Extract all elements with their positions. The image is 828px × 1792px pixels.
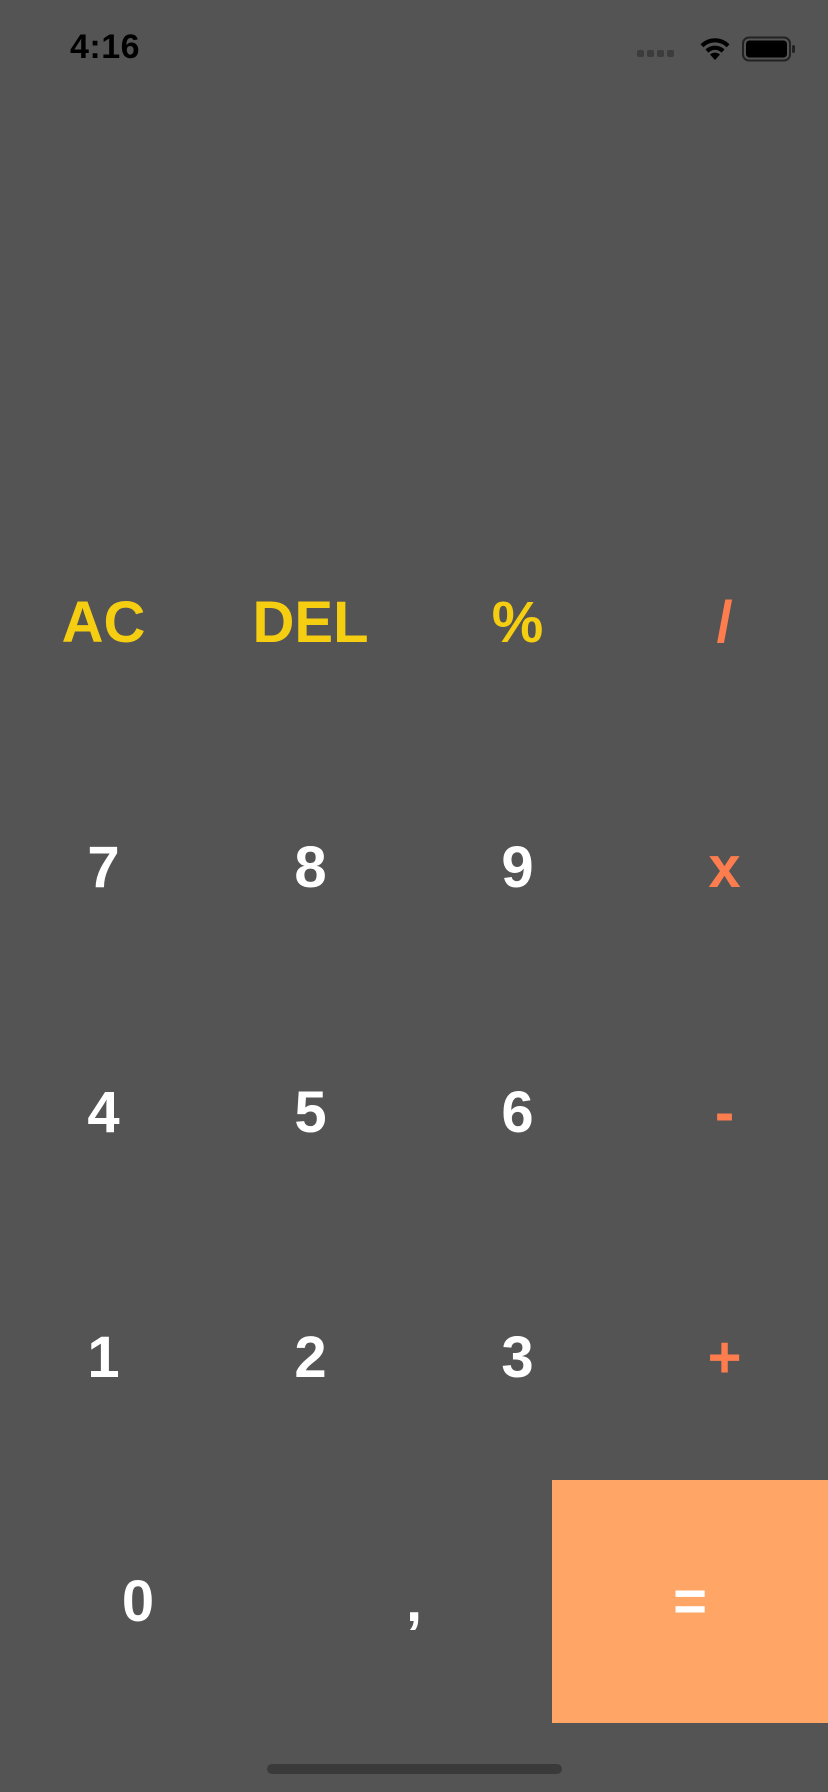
status-bar: 4:16	[0, 0, 828, 100]
status-time: 4:16	[70, 28, 141, 66]
digit-5-button[interactable]: 5	[207, 1056, 414, 1169]
status-icons	[637, 36, 796, 62]
digit-9-button[interactable]: 9	[414, 811, 621, 924]
subtract-button[interactable]: -	[621, 1056, 828, 1169]
digit-8-button[interactable]: 8	[207, 811, 414, 924]
calculator-screen: 4:16 AC DEL % / 7 8 9 x 4 5 6 - 1 2 3 + …	[0, 0, 828, 1792]
digit-4-button[interactable]: 4	[0, 1056, 207, 1169]
digit-1-button[interactable]: 1	[0, 1301, 207, 1414]
cellular-signal-icon	[637, 49, 674, 57]
digit-3-button[interactable]: 3	[414, 1301, 621, 1414]
multiply-button[interactable]: x	[621, 811, 828, 924]
percent-button[interactable]: %	[414, 566, 621, 679]
equals-button[interactable]: =	[552, 1480, 828, 1723]
battery-icon	[742, 36, 795, 62]
digit-0-button[interactable]: 0	[0, 1480, 276, 1723]
delete-button[interactable]: DEL	[207, 566, 414, 679]
decimal-comma-button[interactable]: ,	[276, 1480, 552, 1723]
home-indicator[interactable]	[267, 1764, 562, 1774]
add-button[interactable]: +	[621, 1301, 828, 1414]
digit-2-button[interactable]: 2	[207, 1301, 414, 1414]
digit-7-button[interactable]: 7	[0, 811, 207, 924]
all-clear-button[interactable]: AC	[0, 566, 207, 679]
divide-button[interactable]: /	[621, 566, 828, 679]
wifi-icon	[700, 38, 730, 60]
digit-6-button[interactable]: 6	[414, 1056, 621, 1169]
